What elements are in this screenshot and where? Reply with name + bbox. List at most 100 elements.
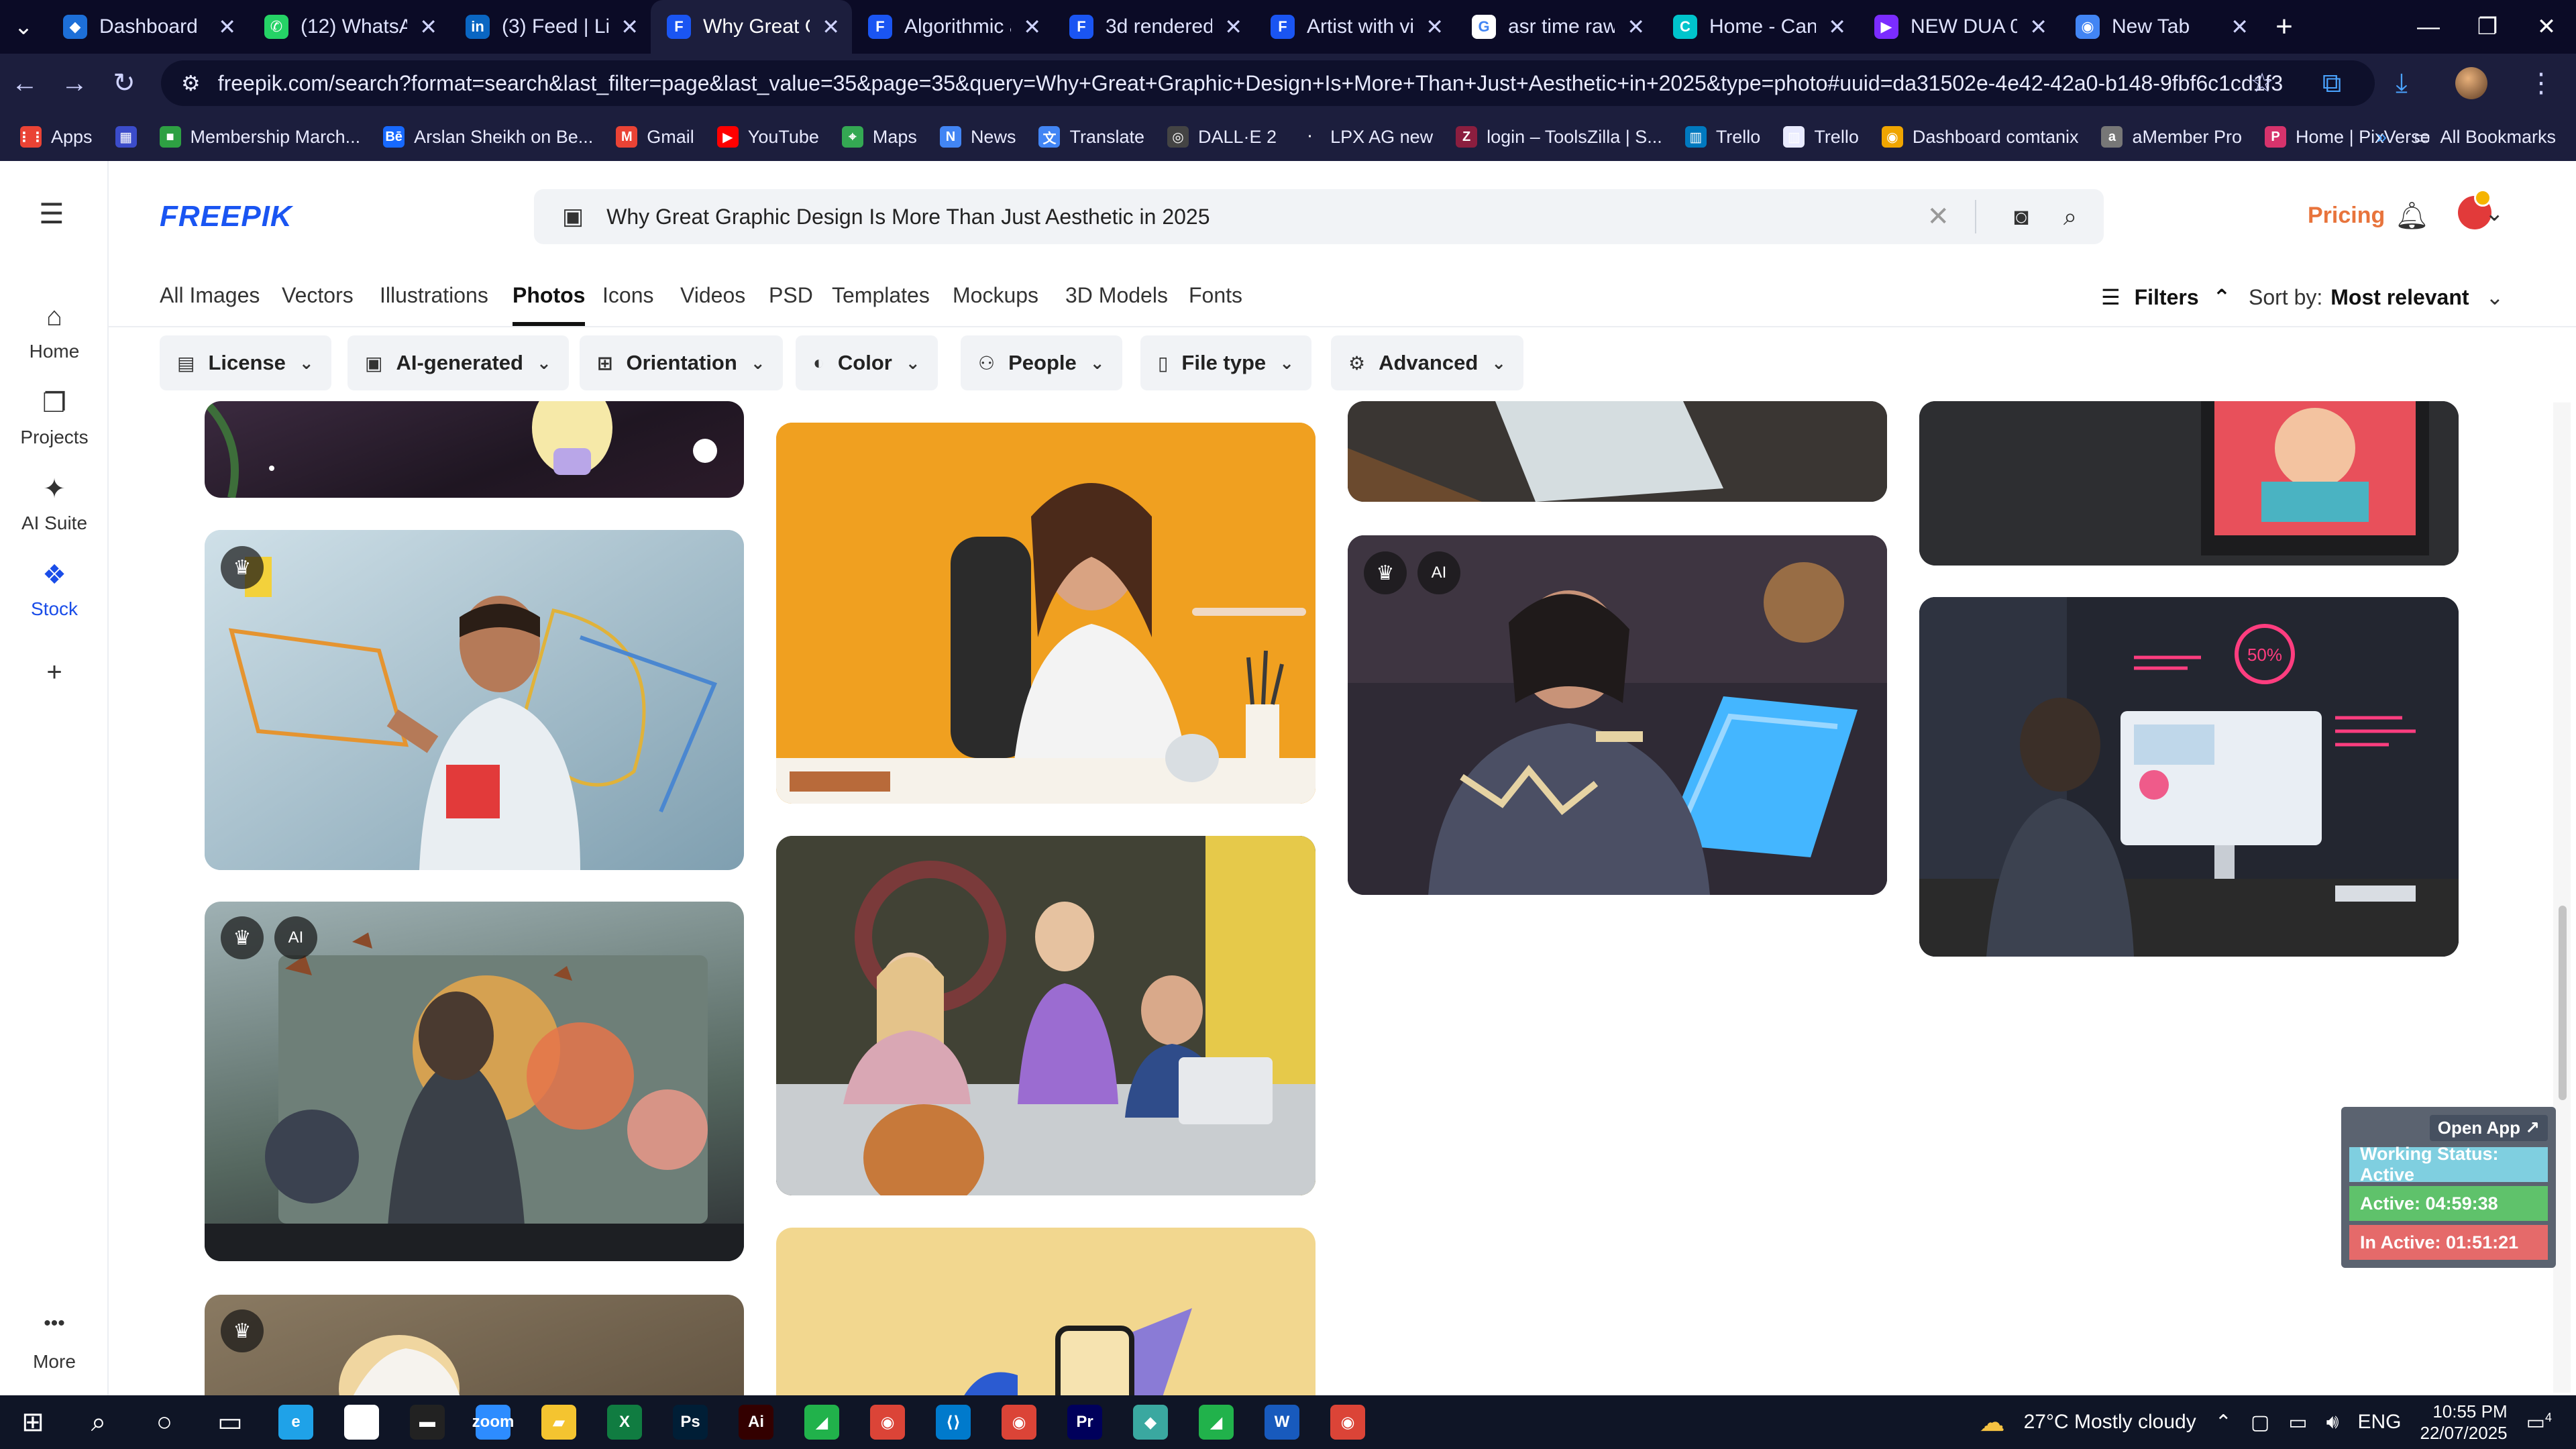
filter-chip[interactable]: ⚙ Advanced ⌄ (1331, 335, 1524, 390)
sidebar-item-home[interactable]: ⌂ Home (0, 302, 109, 362)
bookmark-item[interactable]: ▥ Trello (1783, 126, 1859, 148)
tab-close-icon[interactable]: ✕ (2029, 14, 2047, 40)
premiere-icon[interactable]: Pr (1052, 1395, 1118, 1449)
new-tab-plus-icon[interactable]: + (2261, 10, 2308, 44)
minimize-button[interactable]: — (2399, 0, 2458, 54)
photoshop-icon[interactable]: Ps (657, 1395, 723, 1449)
bookmark-item[interactable]: ⋮⋮ Apps (17, 126, 93, 148)
notification-bell-icon[interactable]: 🔔︎ (2395, 200, 2429, 231)
meet-now-icon[interactable]: ▢ (2251, 1411, 2269, 1434)
tab-close-icon[interactable]: ✕ (2231, 14, 2249, 40)
open-app-button[interactable]: Open App ↗ (2429, 1115, 2548, 1141)
vscode-icon[interactable]: ⟨⟩ (920, 1395, 986, 1449)
result-image-card[interactable] (205, 401, 744, 498)
browser-tab[interactable]: ◆ Dashboard ✕ (47, 0, 248, 54)
bookmark-item[interactable]: N News (939, 126, 1016, 148)
sidebar-add-button[interactable]: + (0, 657, 109, 690)
bookmark-item[interactable]: ◎ DALL·E 2 (1167, 126, 1277, 148)
bookmark-item[interactable]: ◉ Dashboard comtanix (1881, 126, 2078, 148)
result-image-card[interactable]: ♛ AI (205, 902, 744, 1261)
filters-toggle[interactable]: ☰ Filters ⌃ (2101, 284, 2231, 310)
chrome-icon[interactable]: ◉ (855, 1395, 920, 1449)
browser-tab[interactable]: F 3d rendered photo ✕ (1053, 0, 1254, 54)
cortana-icon[interactable]: ○ (131, 1395, 197, 1449)
more-bookmarks-chevron-icon[interactable]: » (2377, 127, 2387, 148)
camera-search-icon[interactable]: ◙ (2014, 203, 2029, 231)
freepik-logo[interactable]: FREEPIK (160, 200, 292, 233)
browser-tab[interactable]: F Why Great Graphic Design Is More Than J… (651, 0, 852, 54)
result-image-card[interactable]: 50% (1919, 597, 2459, 957)
illustrator-icon[interactable]: Ai (723, 1395, 789, 1449)
clear-search-icon[interactable]: ✕ (1927, 201, 1949, 232)
network-icon[interactable]: ▭ (2288, 1411, 2307, 1434)
category-tab[interactable]: Illustrations (380, 283, 488, 308)
bookmark-item[interactable]: a aMember Pro (2101, 126, 2242, 148)
bookmark-item[interactable]: Bē Arslan Sheikh on Be... (383, 126, 593, 148)
close-window-button[interactable]: ✕ (2517, 0, 2576, 54)
notifications-icon[interactable]: ▭4 (2526, 1411, 2552, 1434)
filter-chip[interactable]: ▤ License ⌄ (160, 335, 331, 390)
word-icon[interactable]: W (1249, 1395, 1315, 1449)
restore-button[interactable]: ❐ (2458, 0, 2517, 54)
category-tab[interactable]: Icons (602, 283, 653, 308)
sidebar-item-projects[interactable]: ❐ Projects (0, 388, 109, 448)
downloads-icon[interactable]: ⤓ (2367, 68, 2436, 99)
result-image-card[interactable]: ♛ AI (1348, 535, 1887, 895)
zoom-icon[interactable]: zoom (460, 1395, 526, 1449)
file-explorer-icon[interactable]: ▰ (526, 1395, 592, 1449)
edge-icon[interactable]: e (263, 1395, 329, 1449)
browser-tab[interactable]: F Artist with virtual ✕ (1254, 0, 1456, 54)
category-tab[interactable]: PSD (769, 283, 813, 308)
filter-chip[interactable]: ▯ File type ⌄ (1140, 335, 1311, 390)
category-tab[interactable]: Vectors (282, 283, 354, 308)
extensions-icon[interactable]: ⧉ (2297, 68, 2367, 99)
excel-icon[interactable]: X (592, 1395, 657, 1449)
browser-tab[interactable]: in (3) Feed | LinkedIn ✕ (449, 0, 651, 54)
tab-close-icon[interactable]: ✕ (822, 14, 840, 40)
task-view-icon[interactable]: ▭ (197, 1395, 263, 1449)
filter-chip[interactable]: ⚇ People ⌄ (961, 335, 1122, 390)
forward-arrow-icon[interactable]: → (50, 54, 99, 113)
page-scrollbar-thumb[interactable] (2559, 906, 2567, 1100)
category-tab[interactable]: Photos (513, 283, 586, 326)
category-tab[interactable]: Fonts (1189, 283, 1242, 308)
chrome-2-icon[interactable]: ◉ (1315, 1395, 1381, 1449)
windows-start-icon[interactable]: ⊞ (0, 1395, 66, 1449)
filter-chip[interactable]: ▣ AI-generated ⌄ (347, 335, 569, 390)
tray-chevron-icon[interactable]: ⌃ (2215, 1411, 2232, 1434)
language-indicator[interactable]: ENG (2357, 1411, 2401, 1434)
tab-close-icon[interactable]: ✕ (1023, 14, 1041, 40)
result-image-card[interactable] (1919, 401, 2459, 566)
browser-tab[interactable]: ✆ (12) WhatsApp ✕ (248, 0, 449, 54)
chrome-active-icon[interactable]: ◉ (986, 1395, 1052, 1449)
bookmark-item[interactable]: ⌖ Maps (841, 126, 917, 148)
category-tab[interactable]: Mockups (953, 283, 1038, 308)
filter-chip[interactable]: ◐ Color ⌄ (796, 335, 938, 390)
tab-search-icon[interactable]: ⌄ (0, 0, 47, 54)
pricing-link[interactable]: Pricing (2308, 203, 2385, 229)
browser-tab[interactable]: ◉ New Tab ✕ (2059, 0, 2261, 54)
filter-chip[interactable]: ⊞ Orientation ⌄ (580, 335, 783, 390)
terminal-icon[interactable]: ▬ (394, 1395, 460, 1449)
bookmark-item[interactable]: ▦ (115, 126, 137, 148)
sidebar-item-stock[interactable]: ❖ Stock (0, 559, 109, 620)
search-icon[interactable]: ⌕ (2063, 203, 2077, 231)
all-bookmarks-folder[interactable]: ▭ All Bookmarks (2414, 127, 2556, 148)
browser-tab[interactable]: F Algorithmic art ✕ (852, 0, 1053, 54)
result-image-card[interactable]: ♛ (205, 1295, 744, 1395)
hamburger-menu-icon[interactable]: ☰ (39, 197, 64, 230)
tab-close-icon[interactable]: ✕ (621, 14, 639, 40)
tab-close-icon[interactable]: ✕ (1224, 14, 1242, 40)
search-bar[interactable]: ▣ Why Great Graphic Design Is More Than … (534, 189, 2104, 244)
bookmark-star-icon[interactable]: ☆ (2227, 68, 2297, 99)
site-info-icon[interactable]: ⚙ (181, 70, 201, 96)
category-tab[interactable]: Videos (680, 283, 745, 308)
result-image-card[interactable] (776, 836, 1316, 1195)
weather-icon[interactable]: ☁ (1980, 1407, 2005, 1438)
tab-close-icon[interactable]: ✕ (419, 14, 437, 40)
sidebar-item-ai-suite[interactable]: ✦ AI Suite (0, 474, 109, 534)
browser-tab[interactable]: C Home - Canva ✕ (1657, 0, 1858, 54)
result-image-card[interactable] (776, 1228, 1316, 1395)
back-arrow-icon[interactable]: ← (0, 54, 50, 113)
result-image-card[interactable] (1348, 401, 1887, 502)
